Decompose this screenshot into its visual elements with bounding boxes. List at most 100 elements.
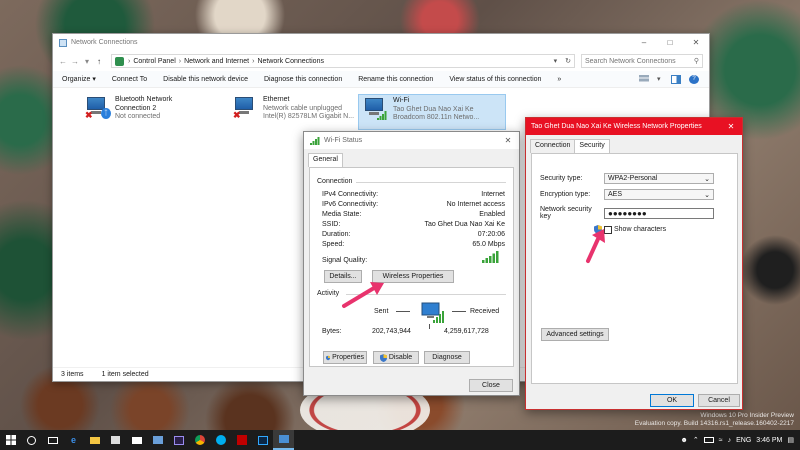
view-status-button[interactable]: View status of this connection [449,76,541,83]
search-box: ⚲ [581,54,703,68]
row-label: Duration: [322,231,351,238]
watermark-line-2: Evaluation copy. Build 14316.rs1_release… [634,420,794,427]
tab-connection[interactable]: Connection [530,139,576,153]
taskbar-app-network[interactable] [273,430,294,450]
taskbar-app-photos[interactable] [147,430,168,450]
ok-button[interactable]: OK [650,394,694,407]
row-label: IPv4 Connectivity: [322,191,379,198]
task-view-button[interactable] [42,430,63,450]
address-field[interactable]: › Control Panel › Network and Internet ›… [111,54,575,68]
minimize-icon[interactable]: – [631,34,657,51]
properties-titlebar[interactable]: Tao Ghet Dua Nao Xai Ke Wireless Network… [526,118,742,135]
row-label: SSID: [322,221,341,228]
encryption-type-select[interactable]: AES ⌄ [604,189,714,200]
windows-watermark: Windows 10 Pro Insider Preview Evaluatio… [635,412,794,428]
tray-clock[interactable]: 3:46 PM [756,437,782,444]
tray-volume-icon[interactable]: ♪ [728,437,732,444]
view-options: ▾ ? [639,74,699,84]
search-input[interactable] [585,57,694,65]
wifi-status-titlebar[interactable]: Wi-Fi Status ✕ [304,132,519,149]
adapter-name: Ethernet [263,96,290,103]
sent-line [396,311,410,312]
preview-pane-icon[interactable] [671,74,681,84]
row-label: Speed: [322,241,345,248]
item-count: 3 items [61,371,84,378]
tray-people-icon[interactable]: ☻ [681,437,688,444]
diagnose-button[interactable]: Diagnose [424,351,470,364]
breadcrumb-control-panel[interactable]: Control Panel [133,58,175,65]
system-tray: ☻ ⌃ ≈ ♪ ENG 3:46 PM ▤ [681,436,800,445]
close-icon[interactable]: ✕ [720,122,742,131]
adapter-ethernet[interactable]: ✖ Ethernet Network cable unplugged Intel… [229,94,359,130]
signal-label: Signal Quality: [322,257,368,264]
maximize-icon[interactable]: □ [657,34,683,51]
taskbar-app-skype[interactable] [210,430,231,450]
row-value: Enabled [479,211,505,218]
taskbar-app-edge[interactable]: e [63,430,84,450]
cancel-button[interactable]: Cancel [698,394,740,407]
close-button[interactable]: Close [469,379,513,392]
adapter-wifi[interactable]: Wi-Fi Tao Ghet Dua Nao Xai Ke Broadcom 8… [358,94,506,130]
tray-battery-icon[interactable] [703,437,714,443]
breadcrumb-chevron-icon[interactable]: › [252,58,254,65]
breadcrumb-chevron-icon[interactable]: › [179,58,181,65]
signal-quality-icon [482,251,499,263]
breadcrumb-network-connections[interactable]: Network Connections [257,58,324,65]
rename-connection-button[interactable]: Rename this connection [358,76,433,83]
action-center-icon[interactable]: ▤ [787,436,794,444]
show-characters-label[interactable]: Show characters [614,226,666,233]
row-value: Tao Ghet Dua Nao Xai Ke [424,221,505,228]
advanced-settings-button[interactable]: Advanced settings [541,328,609,341]
start-button[interactable] [0,430,21,450]
refresh-icon[interactable]: ↻ [565,57,571,65]
disable-button[interactable]: Disable [373,351,419,364]
annotation-arrow-icon [586,229,605,263]
chevron-down-icon: ⌄ [704,175,710,183]
breadcrumb-network-internet[interactable]: Network and Internet [184,58,249,65]
filezilla-icon [236,435,247,445]
security-type-select[interactable]: WPA2-Personal ⌄ [604,173,714,184]
nc-address-bar: ← → ▾ ↑ › Control Panel › Network and In… [53,51,709,71]
close-icon[interactable]: ✕ [683,34,709,51]
taskbar-app-chrome[interactable] [189,430,210,450]
close-icon[interactable]: ✕ [497,136,519,145]
recent-dropdown-icon[interactable]: ▾ [81,57,93,66]
disable-device-button[interactable]: Disable this network device [163,76,248,83]
adapter-bluetooth[interactable]: ✖ ᛏ Bluetooth Network Connection 2 Not c… [81,94,211,130]
taskbar-app-premiere[interactable] [168,430,189,450]
task-view-icon [47,436,58,444]
address-dropdown-icon[interactable]: ▾ [554,57,558,65]
nc-titlebar[interactable]: Network Connections – □ ✕ [53,34,709,51]
more-commands-button[interactable]: » [557,76,561,83]
bytes-label: Bytes: [322,328,342,335]
adapter-name: Wi-Fi [393,97,410,104]
organize-button[interactable]: Organize ▾ [62,75,96,83]
forward-arrow-icon[interactable]: → [69,57,81,66]
help-icon[interactable]: ? [689,74,699,84]
taskbar-app-filezilla[interactable] [231,430,252,450]
taskbar-app-store[interactable] [105,430,126,450]
tab-security[interactable]: Security [574,139,610,153]
breadcrumb-chevron-icon[interactable]: › [128,58,130,65]
taskbar-app-photoshop[interactable] [252,430,273,450]
tray-wifi-icon[interactable]: ≈ [719,437,723,444]
cortana-circle-icon [27,435,36,445]
tray-language[interactable]: ENG [736,437,751,444]
taskbar-app-explorer[interactable] [84,430,105,450]
taskbar-app-mail[interactable] [126,430,147,450]
tab-general[interactable]: General [308,153,343,167]
encryption-type-label: Encryption type: [540,191,591,198]
back-arrow-icon[interactable]: ← [57,57,69,66]
tray-chevron-up-icon[interactable]: ⌃ [693,436,699,444]
search-icon[interactable]: ⚲ [694,57,699,65]
properties-button[interactable]: Properties [323,351,367,364]
skype-icon [215,435,226,445]
up-arrow-icon[interactable]: ↑ [93,57,105,66]
view-dropdown-icon[interactable]: ▾ [657,75,663,84]
cortana-button[interactable] [21,430,42,450]
connect-to-button[interactable]: Connect To [112,76,147,83]
change-view-icon[interactable] [639,74,649,84]
security-key-input[interactable]: ●●●●●●●● [604,207,714,219]
signal-bars-icon [377,111,387,120]
diagnose-connection-button[interactable]: Diagnose this connection [264,76,342,83]
